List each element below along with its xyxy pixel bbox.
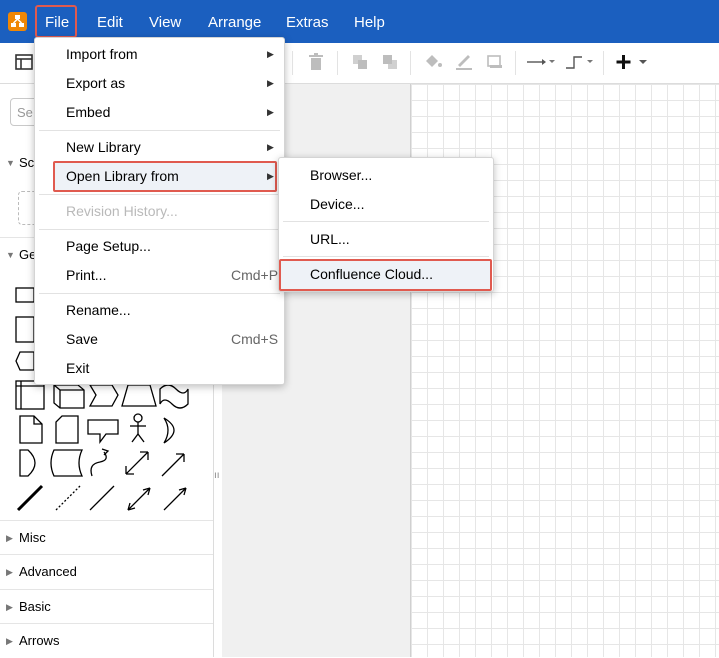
menu-view[interactable]: View bbox=[149, 12, 181, 34]
to-back-icon[interactable] bbox=[380, 53, 400, 73]
save-shortcut: Cmd+S bbox=[231, 331, 279, 347]
expand-triangle-icon: ▶ bbox=[6, 533, 13, 543]
waypoints-icon[interactable] bbox=[564, 53, 594, 73]
menu-help[interactable]: Help bbox=[354, 12, 385, 34]
submenu-arrow-icon: ▶ bbox=[267, 49, 274, 59]
section-misc[interactable]: ▶ Misc bbox=[0, 520, 213, 555]
section-basic[interactable]: ▶ Basic bbox=[0, 589, 213, 624]
shadow-icon[interactable] bbox=[485, 53, 505, 73]
file-menu-dropdown: Import from ▶ Export as ▶ Embed ▶ New Libra… bbox=[34, 37, 285, 385]
to-front-icon[interactable] bbox=[350, 53, 370, 73]
fill-color-icon[interactable] bbox=[423, 53, 443, 73]
submenu-item-device[interactable]: Device... bbox=[279, 190, 493, 219]
delete-icon[interactable] bbox=[306, 53, 326, 73]
submenu-item-url[interactable]: URL... bbox=[279, 225, 493, 254]
format-panel-icon[interactable] bbox=[14, 53, 34, 73]
menu-arrange[interactable]: Arrange bbox=[208, 12, 261, 34]
toolbar-separator bbox=[337, 51, 338, 75]
menu-item-page-setup[interactable]: Page Setup... bbox=[35, 232, 284, 261]
menu-edit[interactable]: Edit bbox=[97, 12, 123, 34]
submenu-item-confluence-cloud[interactable]: Confluence Cloud... bbox=[279, 260, 493, 289]
submenu-arrow-icon: ▶ bbox=[267, 78, 274, 88]
menu-separator bbox=[283, 221, 489, 222]
menu-file[interactable]: File bbox=[45, 12, 69, 34]
submenu-item-browser[interactable]: Browser... bbox=[279, 161, 493, 190]
expand-triangle-icon: ▶ bbox=[6, 602, 13, 612]
menu-separator bbox=[39, 293, 280, 294]
menu-item-export-as[interactable]: Export as ▶ bbox=[35, 69, 284, 98]
menu-item-embed[interactable]: Embed ▶ bbox=[35, 98, 284, 127]
connection-arrow-icon[interactable] bbox=[526, 53, 556, 73]
submenu-arrow-icon: ▶ bbox=[267, 171, 274, 181]
expand-triangle-icon: ▶ bbox=[6, 567, 13, 577]
toolbar-separator bbox=[292, 51, 293, 75]
section-arrows[interactable]: ▶ Arrows bbox=[0, 623, 213, 658]
expand-triangle-icon: ▶ bbox=[6, 636, 13, 646]
open-library-submenu: Browser... Device... URL... Confluence C… bbox=[278, 157, 494, 292]
menu-item-print[interactable]: Print... Cmd+P bbox=[35, 261, 284, 290]
print-shortcut: Cmd+P bbox=[231, 267, 279, 283]
menu-separator bbox=[39, 130, 280, 131]
menu-item-revision-history: Revision History... bbox=[66, 203, 178, 219]
toolbar-separator bbox=[515, 51, 516, 75]
line-color-icon[interactable] bbox=[454, 53, 474, 73]
section-advanced[interactable]: ▶ Advanced bbox=[0, 554, 213, 589]
menu-separator bbox=[283, 256, 489, 257]
sidebar-resize-grip-icon[interactable]: ıı bbox=[214, 470, 220, 481]
submenu-arrow-icon: ▶ bbox=[267, 142, 274, 152]
insert-plus-icon[interactable] bbox=[616, 53, 650, 73]
toolbar-separator bbox=[410, 51, 411, 75]
drawio-logo-icon[interactable] bbox=[8, 12, 27, 31]
menu-item-exit[interactable]: Exit bbox=[35, 354, 284, 383]
menu-item-new-library[interactable]: New Library ▶ bbox=[35, 133, 284, 162]
toolbar-separator bbox=[603, 51, 604, 75]
menu-item-rename[interactable]: Rename... bbox=[35, 296, 284, 325]
menu-separator bbox=[39, 194, 280, 195]
menu-item-open-library-from[interactable]: Open Library from ▶ bbox=[35, 162, 284, 191]
menu-extras[interactable]: Extras bbox=[286, 12, 329, 34]
menu-item-save[interactable]: Save Cmd+S bbox=[35, 325, 284, 354]
menu-separator bbox=[39, 229, 280, 230]
menu-item-import-from[interactable]: Import from ▶ bbox=[35, 40, 284, 69]
submenu-arrow-icon: ▶ bbox=[267, 107, 274, 117]
